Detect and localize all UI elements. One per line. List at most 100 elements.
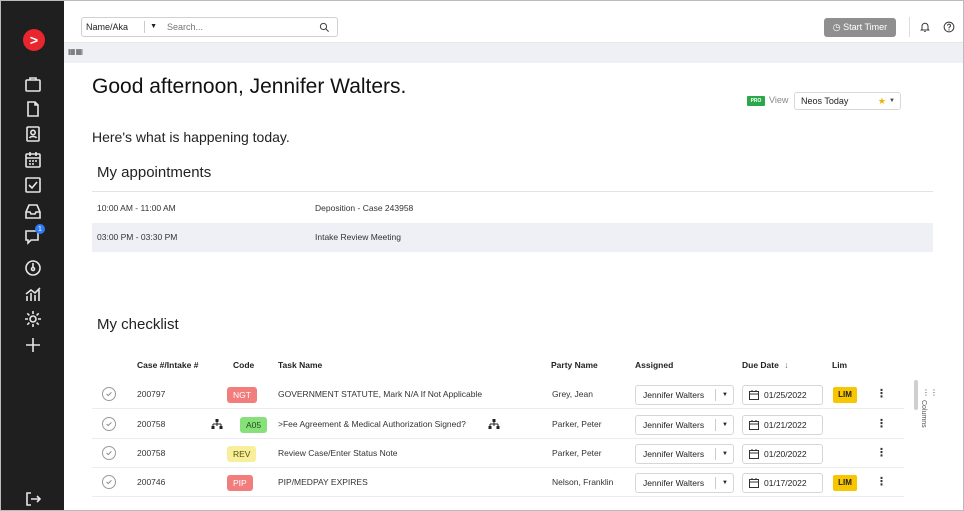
case-number[interactable]: 200797 [137,380,165,409]
complete-check-icon[interactable] [102,475,116,489]
divider [715,419,716,431]
view-selected-value: Neos Today [801,96,849,106]
gauge-icon[interactable] [24,259,42,277]
star-icon[interactable]: ★ [878,93,886,109]
greeting-title: Good afternoon, Jennifer Walters. [92,75,407,98]
party-name: Parker, Peter [552,448,602,458]
appointment-time: 10:00 AM - 11:00 AM [97,203,176,213]
column-header-due[interactable]: Due Date ↓ [742,360,788,370]
task-name[interactable]: >Fee Agreement & Medical Authorization S… [278,410,466,439]
complete-check-icon[interactable] [102,446,116,460]
sidebar: > 1 [1,1,64,510]
columns-side-tab[interactable]: ⋮⋮ Columns [920,386,938,446]
view-select[interactable]: Neos Today ★ ▼ [794,92,901,110]
divider [144,21,145,33]
case-number[interactable]: 200758 [137,410,165,439]
app-window: > 1 Name/Aka ▼ Search... ◷ Start Timer ▦… [0,0,964,511]
appointment-row[interactable]: 03:00 PM - 03:30 PM Intake Review Meetin… [92,223,933,252]
checklist-heading: My checklist [97,316,179,333]
task-name[interactable]: Review Case/Enter Status Note [278,439,398,468]
notification-badge: 1 [35,224,45,234]
party-name: Nelson, Franklin [552,477,614,487]
code-badge[interactable]: PIP [227,475,253,491]
column-header-task[interactable]: Task Name [278,360,322,370]
assigned-value: Jennifer Walters [643,449,705,459]
assigned-select[interactable]: Jennifer Walters ▼ [635,473,734,493]
checkbox-icon[interactable] [24,176,42,194]
code-badge[interactable]: A05 [240,417,268,433]
due-date-field[interactable]: 01/17/2022 [742,473,823,493]
document-icon[interactable] [24,100,42,118]
table-row[interactable]: 200758 REV Review Case/Enter Status Note Pa… [92,439,904,468]
column-header-lim[interactable]: Lim [832,360,847,370]
more-options-icon[interactable]: ⋮ [876,439,887,468]
complete-check-icon[interactable] [102,417,116,431]
divider [92,191,933,192]
table-row[interactable]: 200746 PIP PIP/MEDPAY EXPIRES Nelson, Frank… [92,468,904,497]
column-header-due-label: Due Date [742,360,779,370]
hierarchy-icon[interactable] [488,418,500,430]
appointment-description: Intake Review Meeting [315,232,401,242]
more-options-icon[interactable]: ⋮ [876,410,887,439]
search-type-value: Name/Aka [86,22,129,32]
lim-badge: LIM [833,475,857,491]
help-icon[interactable] [941,19,957,35]
assigned-select[interactable]: Jennifer Walters ▼ [635,444,734,464]
sort-arrow-down-icon: ↓ [784,360,789,370]
start-timer-button[interactable]: ◷ Start Timer [824,18,896,37]
sub-toolbar [64,43,963,63]
case-number[interactable]: 200746 [137,468,165,497]
divider [715,448,716,460]
chart-icon[interactable] [24,285,42,303]
app-logo-icon[interactable]: > [23,29,45,51]
caret-down-icon: ▼ [150,23,157,30]
columns-tab-label: Columns [920,400,927,428]
table-row[interactable]: 200758 A05 >Fee Agreement & Medical Author… [92,410,904,439]
start-timer-label: Start Timer [843,22,888,32]
table-row[interactable]: 200797 NGT GOVERNMENT STATUTE, Mark N/A If… [92,380,904,409]
due-date-field[interactable]: 01/21/2022 [742,415,823,435]
chat-icon[interactable]: 1 [24,224,45,246]
caret-down-icon: ▼ [722,480,728,486]
appointments-heading: My appointments [97,164,212,181]
appointment-row[interactable]: 10:00 AM - 11:00 AM Deposition - Case 24… [92,194,933,223]
more-options-icon[interactable]: ⋮ [876,468,887,497]
calendar-icon [749,420,759,430]
plus-icon[interactable] [24,336,42,354]
more-options-icon[interactable]: ⋮ [876,380,887,409]
calendar-icon [749,478,759,488]
caret-down-icon: ▼ [722,422,728,428]
due-date-value: 01/20/2022 [764,449,807,459]
task-name[interactable]: GOVERNMENT STATUTE, Mark N/A If Not Appl… [278,380,482,409]
column-header-case[interactable]: Case #/Intake # [137,360,198,370]
bell-icon[interactable] [917,19,933,35]
code-badge[interactable]: REV [227,446,257,462]
column-header-assigned[interactable]: Assigned [635,360,673,370]
case-number[interactable]: 200758 [137,439,165,468]
due-date-field[interactable]: 01/25/2022 [742,385,823,405]
pro-badge: PRO [747,96,765,106]
due-date-field[interactable]: 01/20/2022 [742,444,823,464]
task-name[interactable]: PIP/MEDPAY EXPIRES [278,468,368,497]
column-header-code[interactable]: Code [233,360,254,370]
complete-check-icon[interactable] [102,387,116,401]
code-badge[interactable]: NGT [227,387,257,403]
scrollbar-thumb[interactable] [914,380,918,410]
search-type-select[interactable]: Name/Aka ▼ [81,17,163,37]
assigned-value: Jennifer Walters [643,390,705,400]
settings-icon[interactable] [24,310,42,328]
appointment-time: 03:00 PM - 03:30 PM [97,232,178,242]
layout-grid-icon[interactable]: ▦▦ [68,47,83,57]
contact-card-icon[interactable] [24,125,42,143]
assigned-select[interactable]: Jennifer Walters ▼ [635,415,734,435]
logout-icon[interactable] [24,490,42,508]
column-header-party[interactable]: Party Name [551,360,598,370]
briefcase-icon[interactable] [24,75,42,93]
inbox-icon[interactable] [24,202,42,220]
due-date-value: 01/21/2022 [764,420,807,430]
search-icon[interactable] [316,19,332,35]
search-input[interactable] [162,17,338,37]
calendar-icon[interactable] [24,151,42,169]
hierarchy-icon[interactable] [211,418,223,430]
assigned-select[interactable]: Jennifer Walters ▼ [635,385,734,405]
